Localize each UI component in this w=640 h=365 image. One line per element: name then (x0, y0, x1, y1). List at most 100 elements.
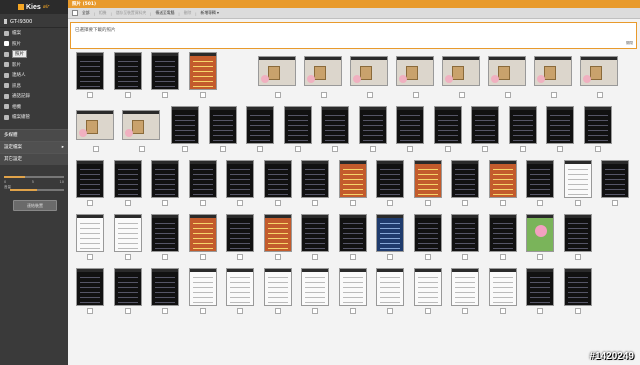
screenshot-thumbnail[interactable] (263, 268, 292, 306)
photo-checkbox[interactable] (574, 308, 581, 314)
screenshot-thumbnail[interactable] (263, 160, 292, 198)
photo-thumbnail[interactable] (442, 56, 480, 86)
photo-checkbox[interactable] (274, 200, 281, 206)
photo-checkbox[interactable] (87, 254, 93, 260)
photo-checkbox[interactable] (597, 92, 603, 98)
toolbar-camera[interactable]: 相機 (99, 10, 107, 16)
sidebar-item-contacts[interactable]: 連絡人 (0, 70, 68, 81)
photo-checkbox[interactable] (199, 254, 206, 260)
screenshot-thumbnail[interactable] (488, 160, 517, 198)
photo-checkbox[interactable] (424, 308, 431, 314)
photo-checkbox[interactable] (162, 92, 168, 98)
screenshot-thumbnail[interactable] (563, 268, 592, 306)
photo-checkbox[interactable] (557, 146, 563, 152)
screenshot-thumbnail[interactable] (526, 214, 554, 252)
photo-checkbox[interactable] (182, 146, 188, 152)
section-other[interactable]: 其它設定 (0, 152, 68, 165)
screenshot-thumbnail[interactable] (376, 160, 404, 198)
photo-thumbnail[interactable] (396, 56, 434, 86)
screenshot-thumbnail[interactable] (301, 160, 329, 198)
photo-checkbox[interactable] (594, 146, 601, 152)
photo-checkbox[interactable] (551, 92, 557, 98)
connect-button[interactable]: 連結裝置 (13, 200, 57, 211)
screenshot-thumbnail[interactable] (113, 52, 142, 90)
screenshot-thumbnail[interactable] (508, 106, 537, 144)
photo-checkbox[interactable] (312, 200, 318, 206)
screenshot-thumbnail[interactable] (488, 268, 517, 306)
screenshot-thumbnail[interactable] (151, 160, 179, 198)
screenshot-thumbnail[interactable] (113, 160, 142, 198)
photo-checkbox[interactable] (312, 308, 318, 314)
photo-thumbnail[interactable] (350, 56, 388, 86)
screenshot-thumbnail[interactable] (413, 160, 442, 198)
sidebar-item-messages[interactable]: 訊息 (0, 81, 68, 92)
screenshot-thumbnail[interactable] (563, 214, 592, 252)
section-multimedia[interactable]: 多媒體 (0, 128, 68, 141)
photo-thumbnail[interactable] (258, 56, 296, 86)
select-all-checkbox[interactable] (72, 10, 78, 16)
photo-checkbox[interactable] (274, 308, 281, 314)
photo-checkbox[interactable] (274, 254, 281, 260)
slider-1[interactable]: 0 5 10 (4, 171, 64, 184)
photo-checkbox[interactable] (537, 200, 543, 206)
screenshot-thumbnail[interactable] (338, 214, 367, 252)
screenshot-thumbnail[interactable] (76, 160, 104, 198)
screenshot-thumbnail[interactable] (601, 160, 629, 198)
toolbar-new-album[interactable]: 新增專輯 ▾ (201, 10, 219, 16)
sidebar-item-files[interactable]: 檔案 (0, 28, 68, 39)
photo-checkbox[interactable] (162, 200, 168, 206)
photo-checkbox[interactable] (612, 200, 618, 206)
photo-checkbox[interactable] (162, 254, 168, 260)
screenshot-thumbnail[interactable] (151, 268, 179, 306)
photo-checkbox[interactable] (237, 254, 243, 260)
screenshot-thumbnail[interactable] (226, 268, 254, 306)
photo-checkbox[interactable] (519, 146, 526, 152)
screenshot-thumbnail[interactable] (263, 214, 292, 252)
screenshot-thumbnail[interactable] (171, 106, 199, 144)
screenshot-thumbnail[interactable] (301, 214, 329, 252)
photo-checkbox[interactable] (87, 92, 93, 98)
photo-checkbox[interactable] (367, 92, 373, 98)
photo-checkbox[interactable] (124, 254, 131, 260)
sidebar-item-photos[interactable]: 照片 (0, 39, 68, 50)
screenshot-thumbnail[interactable] (246, 106, 274, 144)
photo-checkbox[interactable] (574, 200, 581, 206)
photo-checkbox[interactable] (139, 146, 145, 152)
photo-checkbox[interactable] (237, 200, 243, 206)
photo-thumbnail[interactable] (488, 56, 526, 86)
toolbar-delete[interactable]: 刪除 (184, 10, 192, 16)
photo-checkbox[interactable] (407, 146, 413, 152)
screenshot-thumbnail[interactable] (226, 214, 254, 252)
photo-checkbox[interactable] (369, 146, 376, 152)
screenshot-thumbnail[interactable] (208, 106, 237, 144)
photo-checkbox[interactable] (124, 308, 131, 314)
sidebar-item-camera[interactable]: 相機 (0, 102, 68, 113)
photo-checkbox[interactable] (124, 200, 131, 206)
screenshot-thumbnail[interactable] (301, 268, 329, 306)
toolbar-select-all[interactable]: 全部 (82, 10, 90, 16)
photo-checkbox[interactable] (257, 146, 263, 152)
screenshot-thumbnail[interactable] (188, 160, 217, 198)
screenshot-thumbnail[interactable] (321, 106, 349, 144)
screenshot-thumbnail[interactable] (151, 52, 179, 90)
screenshot-thumbnail[interactable] (451, 268, 479, 306)
sidebar-item-call-log[interactable]: 通話記錄 (0, 91, 68, 102)
photo-checkbox[interactable] (537, 308, 543, 314)
photo-checkbox[interactable] (413, 92, 419, 98)
screenshot-thumbnail[interactable] (151, 214, 179, 252)
photo-checkbox[interactable] (424, 200, 431, 206)
sidebar-item-folders[interactable]: 檔案總管 (0, 112, 68, 123)
photo-thumbnail[interactable] (304, 56, 342, 86)
screenshot-thumbnail[interactable] (358, 106, 387, 144)
screenshot-thumbnail[interactable] (283, 106, 312, 144)
screenshot-thumbnail[interactable] (413, 268, 442, 306)
photo-checkbox[interactable] (462, 254, 468, 260)
photo-checkbox[interactable] (294, 146, 301, 152)
screenshot-thumbnail[interactable] (526, 268, 554, 306)
photo-checkbox[interactable] (332, 146, 338, 152)
screenshot-thumbnail[interactable] (338, 268, 367, 306)
photo-checkbox[interactable] (275, 92, 281, 98)
toolbar-save-to-device[interactable]: 儲存至裝置資料夾 (116, 10, 146, 16)
section-settings[interactable]: 設定檔案 ▸ (0, 140, 68, 153)
screenshot-thumbnail[interactable] (546, 106, 574, 144)
